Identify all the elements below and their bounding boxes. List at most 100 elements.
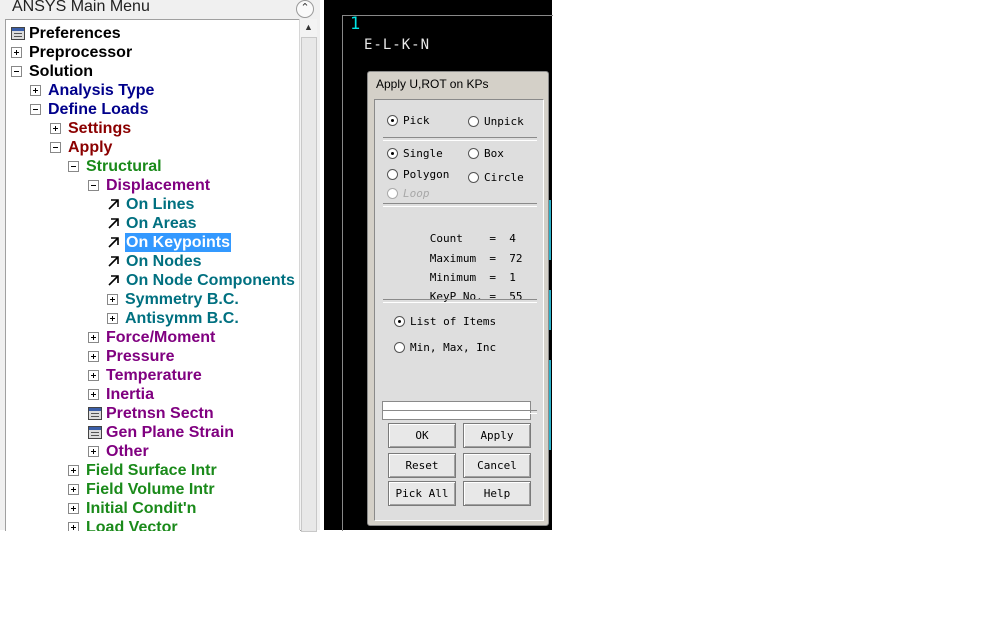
dialog-icon [11, 27, 25, 40]
circle-radio-label: Circle [484, 171, 524, 184]
min-max-inc-label: Min, Max, Inc [410, 341, 497, 354]
radio-selected-icon [387, 115, 398, 126]
menu-item-label: Temperature [106, 367, 202, 384]
apply-urot-kps-dialog: Apply U,ROT on KPs Pick Unpick Single Bo… [367, 71, 549, 526]
main-menu-title: ANSYS Main Menu [12, 0, 150, 15]
menu-item-label: Displacement [106, 177, 211, 194]
menu-item-label: On Keypoints [125, 233, 232, 252]
expand-plus-icon[interactable] [50, 123, 61, 134]
main-menu-titlebar: ANSYS Main Menu ⌃ [0, 0, 320, 18]
menu-item-label: Inertia [106, 386, 155, 403]
menu-item-label: Gen Plane Strain [106, 424, 235, 441]
collapse-menu-button[interactable]: ⌃ [296, 0, 314, 18]
expand-plus-icon[interactable] [88, 351, 99, 362]
menu-item-label: Preferences [29, 25, 121, 42]
menu-item-label: Solution [29, 63, 93, 80]
polygon-radio-label: Polygon [403, 168, 450, 181]
expand-plus-icon[interactable] [68, 484, 79, 495]
box-radio-label: Box [484, 147, 504, 160]
expand-plus-icon[interactable] [68, 503, 79, 514]
collapse-minus-icon[interactable] [68, 161, 79, 172]
expand-plus-icon[interactable] [68, 465, 79, 476]
radio-icon [468, 148, 479, 159]
plot-title: E-L-K-N [364, 37, 431, 53]
dialog-icon [88, 407, 102, 420]
expand-plus-icon[interactable] [88, 332, 99, 343]
radio-icon [394, 342, 405, 353]
apply-button[interactable]: Apply [463, 423, 531, 448]
menu-item-label: On Node Components [126, 272, 295, 289]
menu-item-label: Apply [68, 139, 113, 156]
dialog-icon [88, 426, 102, 439]
expand-plus-icon[interactable] [11, 47, 22, 58]
menu-item-label: Field Volume Intr [86, 481, 215, 498]
main-menu-tree: Preferences Preprocessor Solution Analysis … [5, 19, 301, 531]
pick-all-button[interactable]: Pick All [388, 481, 456, 506]
menu-item-label: Define Loads [48, 101, 149, 118]
radio-icon [468, 116, 479, 127]
info-keyp-no: KeyP No. = 55 [390, 277, 523, 303]
collapse-minus-icon[interactable] [30, 104, 41, 115]
unpick-radio-label: Unpick [484, 115, 524, 128]
pick-arrow-icon [107, 216, 121, 230]
menu-item-label: Other [106, 443, 149, 460]
menu-item-label: Antisymm B.C. [125, 310, 239, 327]
pick-arrow-icon [107, 235, 121, 249]
menu-item-label: Load Vector [86, 519, 178, 531]
double-chevron-up-icon: ⌃ [300, 2, 310, 14]
divider [383, 203, 537, 207]
menu-item-label: On Areas [126, 215, 197, 232]
cancel-button[interactable]: Cancel [463, 453, 531, 478]
divider [383, 410, 537, 414]
radio-selected-icon [394, 316, 405, 327]
expand-plus-icon[interactable] [88, 370, 99, 381]
pick-arrow-icon [107, 273, 121, 287]
expand-plus-icon[interactable] [107, 294, 118, 305]
help-button[interactable]: Help [463, 481, 531, 506]
radio-icon [468, 172, 479, 183]
expand-plus-icon[interactable] [88, 446, 99, 457]
dialog-title: Apply U,ROT on KPs [376, 77, 489, 91]
menu-scrollbar[interactable]: ▲ [299, 19, 317, 532]
dialog-body: Pick Unpick Single Box Polygon Circle Lo… [374, 99, 544, 521]
pick-radio-label: Pick [403, 114, 430, 127]
menu-item-label: Initial Condit'n [86, 500, 197, 517]
divider [383, 299, 537, 303]
menu-item-label: Settings [68, 120, 132, 137]
expand-plus-icon[interactable] [107, 313, 118, 324]
menu-item-label: Symmetry B.C. [125, 291, 239, 308]
loop-radio-label: Loop [403, 187, 430, 200]
info-minimum: Minimum = 1 [390, 258, 516, 284]
main-menu-panel: ANSYS Main Menu ⌃ Preferences Preprocesso… [0, 0, 320, 532]
menu-item-label: Field Surface Intr [86, 462, 217, 479]
expand-plus-icon[interactable] [88, 389, 99, 400]
pick-arrow-icon [107, 197, 121, 211]
divider [383, 137, 537, 141]
menu-item-label: Pressure [106, 348, 175, 365]
collapse-minus-icon[interactable] [11, 66, 22, 77]
expand-plus-icon[interactable] [30, 85, 41, 96]
menu-item-label: On Nodes [126, 253, 202, 270]
list-of-items-label: List of Items [410, 315, 497, 328]
menu-item-label: Structural [86, 158, 162, 175]
collapse-minus-icon[interactable] [88, 180, 99, 191]
scroll-up-arrow-icon[interactable]: ▲ [300, 19, 317, 36]
ok-button[interactable]: OK [388, 423, 456, 448]
radio-icon [387, 188, 398, 199]
menu-item-label: Force/Moment [106, 329, 216, 346]
pick-arrow-icon [107, 254, 121, 268]
radio-selected-icon [387, 148, 398, 159]
radio-icon [387, 169, 398, 180]
reset-button[interactable]: Reset [388, 453, 456, 478]
collapse-minus-icon[interactable] [50, 142, 61, 153]
menu-item-label: Analysis Type [48, 82, 155, 99]
menu-item-label: Pretnsn Sectn [106, 405, 214, 422]
info-maximum: Maximum = 72 [390, 239, 523, 265]
expand-plus-icon[interactable] [68, 522, 79, 531]
info-count: Count = 4 [390, 219, 516, 245]
menu-item-label: Preprocessor [29, 44, 133, 61]
window-number: 1 [350, 14, 361, 34]
menu-item-label: On Lines [126, 196, 195, 213]
scrollbar-thumb[interactable] [301, 37, 317, 532]
single-radio-label: Single [403, 147, 443, 160]
